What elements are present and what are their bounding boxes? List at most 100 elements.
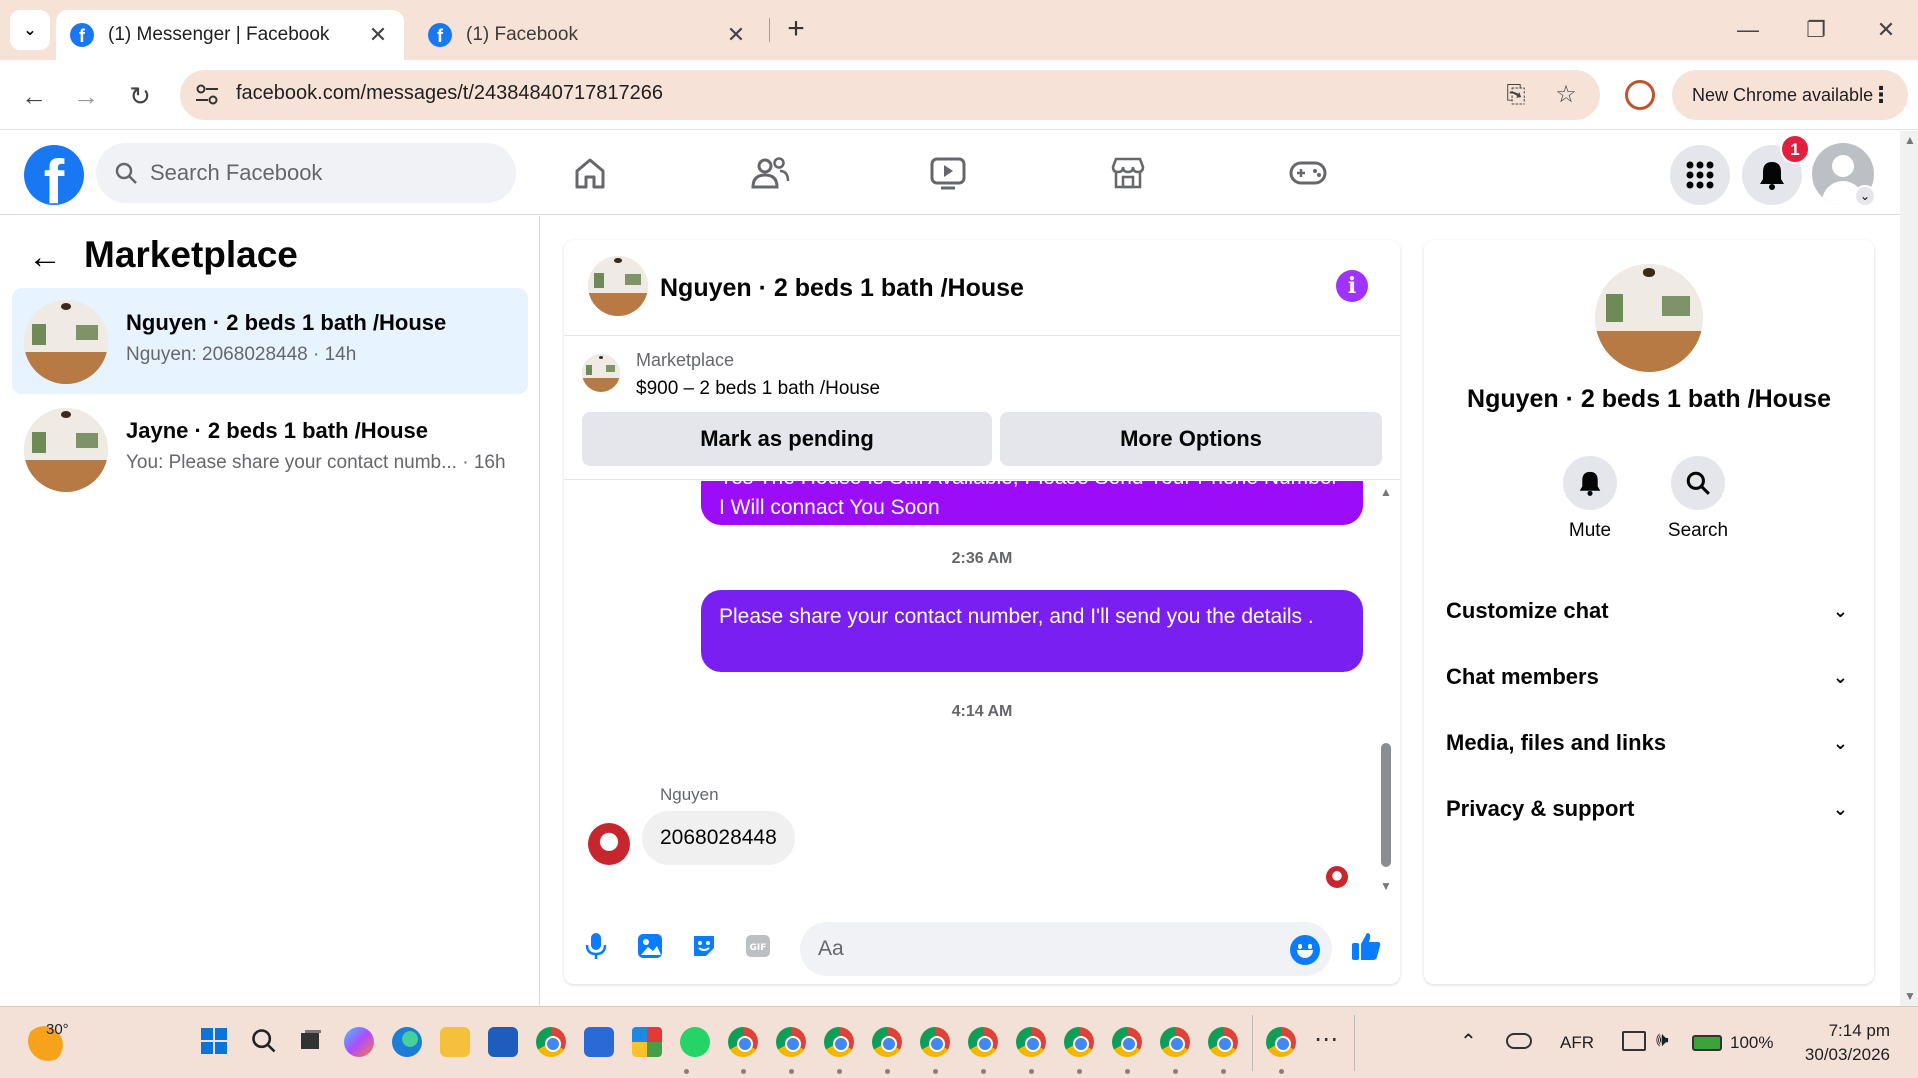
scrollbar-thumb[interactable] xyxy=(1381,743,1391,867)
message-input[interactable] xyxy=(818,922,1258,976)
scroll-up-arrow[interactable]: ▲ xyxy=(1904,133,1916,147)
bookmark-star-icon[interactable]: ☆ xyxy=(1552,82,1580,108)
scroll-up-arrow[interactable]: ▲ xyxy=(1380,485,1392,499)
media-files-links-section[interactable]: Media, files and links ⌄ xyxy=(1446,718,1854,768)
outlook-icon[interactable] xyxy=(584,1027,614,1057)
chevron-down-icon[interactable]: ⌄ xyxy=(1854,185,1876,207)
chrome-window-icon[interactable] xyxy=(1208,1027,1238,1057)
gif-icon[interactable]: GIF xyxy=(740,928,776,964)
search-in-chat-button[interactable]: Search xyxy=(1648,456,1748,542)
outgoing-message[interactable]: Please share your contact number, and I'… xyxy=(701,590,1363,672)
marketplace-nav-icon[interactable] xyxy=(1106,151,1150,195)
tab-messenger[interactable]: f (1) Messenger | Facebook ✕ xyxy=(56,10,404,60)
snipping-tool-icon[interactable] xyxy=(632,1027,662,1057)
chrome-window-icon[interactable] xyxy=(1266,1027,1296,1057)
scroll-down-arrow[interactable]: ▼ xyxy=(1904,989,1916,1003)
chat-title[interactable]: Nguyen · 2 beds 1 bath /House xyxy=(660,274,1024,303)
bell-icon xyxy=(1760,162,1784,190)
restore-button[interactable]: ❐ xyxy=(1786,10,1846,50)
message-input-box[interactable] xyxy=(800,922,1332,976)
chrome-window-icon[interactable] xyxy=(1112,1027,1142,1057)
new-tab-button[interactable]: + xyxy=(778,12,814,48)
emoji-icon[interactable] xyxy=(1290,935,1320,965)
chat-avatar[interactable] xyxy=(588,256,648,316)
back-button[interactable]: ← xyxy=(14,76,54,116)
listing-thumbnail[interactable] xyxy=(582,354,620,392)
back-arrow-icon[interactable]: ← xyxy=(28,238,62,277)
chrome-window-icon[interactable] xyxy=(1064,1027,1094,1057)
conversation-item[interactable]: Jayne · 2 beds 1 bath /House You: Please… xyxy=(12,396,528,502)
language-indicator[interactable]: AFR xyxy=(1560,1033,1594,1053)
volume-icon[interactable]: 🕪 xyxy=(1656,1029,1669,1052)
customize-chat-section[interactable]: Customize chat ⌄ xyxy=(1446,586,1854,636)
close-tab-icon[interactable]: ✕ xyxy=(724,22,748,48)
file-explorer-icon[interactable] xyxy=(440,1027,470,1057)
url-text[interactable]: facebook.com/messages/t/2438484071781726… xyxy=(236,82,663,105)
mute-button[interactable]: Mute xyxy=(1540,456,1640,542)
reload-button[interactable]: ↻ xyxy=(120,76,160,116)
chrome-window-icon[interactable] xyxy=(1016,1027,1046,1057)
sticker-icon[interactable] xyxy=(686,928,722,964)
chrome-profile-icon[interactable] xyxy=(1625,80,1655,110)
install-app-icon[interactable]: ⎘ xyxy=(1502,82,1530,108)
privacy-support-section[interactable]: Privacy & support ⌄ xyxy=(1446,784,1854,834)
clock-date[interactable]: 30/03/2026 xyxy=(1796,1045,1890,1065)
chrome-window-icon[interactable] xyxy=(776,1027,806,1057)
site-settings-icon[interactable] xyxy=(194,83,220,107)
new-chrome-available-button[interactable]: New Chrome available ⋮ xyxy=(1672,70,1908,120)
info-avatar[interactable] xyxy=(1595,264,1703,372)
menu-grid-button[interactable] xyxy=(1670,145,1730,205)
tab-search-button[interactable]: ⌄ xyxy=(10,10,50,50)
microphone-icon[interactable] xyxy=(578,928,614,964)
info-icon[interactable]: i xyxy=(1336,270,1368,302)
microsoft-store-icon[interactable] xyxy=(488,1027,518,1057)
scroll-down-arrow[interactable]: ▼ xyxy=(1380,879,1392,893)
more-apps-icon[interactable]: ⋯ xyxy=(1314,1025,1338,1054)
home-nav-icon[interactable] xyxy=(568,151,612,195)
chrome-window-icon[interactable] xyxy=(824,1027,854,1057)
chat-members-section[interactable]: Chat members ⌄ xyxy=(1446,652,1854,702)
conversation-item[interactable]: Nguyen · 2 beds 1 bath /House Nguyen: 20… xyxy=(12,288,528,394)
tab-facebook[interactable]: f (1) Facebook ✕ xyxy=(414,10,762,60)
forward-button[interactable]: → xyxy=(66,76,106,116)
start-button[interactable] xyxy=(200,1027,230,1057)
more-options-button[interactable]: More Options xyxy=(1000,412,1382,466)
photo-icon[interactable] xyxy=(632,928,668,964)
incoming-message[interactable]: 2068028448 xyxy=(642,811,795,865)
chrome-icon[interactable] xyxy=(536,1027,566,1057)
chrome-window-icon[interactable] xyxy=(872,1027,902,1057)
outgoing-message[interactable]: Yes The House Is Still Available, Please… xyxy=(701,481,1363,525)
sender-avatar[interactable] xyxy=(588,823,630,865)
chrome-window-icon[interactable] xyxy=(968,1027,998,1057)
chrome-window-icon[interactable] xyxy=(728,1027,758,1057)
copilot-icon[interactable] xyxy=(344,1027,374,1057)
minimize-button[interactable]: — xyxy=(1718,10,1778,50)
edge-icon[interactable] xyxy=(392,1027,422,1057)
chrome-window-icon[interactable] xyxy=(1160,1027,1190,1057)
more-menu-icon[interactable]: ⋮ xyxy=(1870,70,1892,120)
facebook-search-input[interactable] xyxy=(150,143,490,203)
chevron-up-icon[interactable]: ⌃ xyxy=(1460,1029,1477,1054)
battery-icon[interactable] xyxy=(1692,1035,1722,1051)
chrome-window-icon[interactable] xyxy=(920,1027,950,1057)
clock-time[interactable]: 7:14 pm xyxy=(1824,1021,1890,1041)
watch-nav-icon[interactable] xyxy=(926,151,970,195)
mark-as-pending-button[interactable]: Mark as pending xyxy=(582,412,992,466)
close-tab-icon[interactable]: ✕ xyxy=(366,22,390,48)
chat-scrollbar[interactable]: ▲ ▼ xyxy=(1378,481,1394,901)
page-scrollbar[interactable]: ▲ ▼ xyxy=(1900,131,1918,1006)
friends-nav-icon[interactable] xyxy=(748,151,792,195)
task-view-icon[interactable] xyxy=(298,1027,328,1057)
address-bar[interactable]: facebook.com/messages/t/2438484071781726… xyxy=(180,70,1600,120)
facebook-logo[interactable]: f xyxy=(24,145,84,205)
thumbs-up-icon[interactable] xyxy=(1348,928,1384,964)
search-icon[interactable] xyxy=(250,1027,280,1057)
facebook-search[interactable] xyxy=(96,143,516,203)
onedrive-cloud-icon[interactable] xyxy=(1506,1033,1532,1049)
network-icon[interactable] xyxy=(1622,1031,1646,1051)
listing-title[interactable]: $900 – 2 beds 1 bath /House xyxy=(636,378,880,400)
close-window-button[interactable]: ✕ xyxy=(1856,10,1916,50)
chevron-down-icon: ⌄ xyxy=(1832,733,1848,753)
gaming-nav-icon[interactable] xyxy=(1286,151,1330,195)
whatsapp-icon[interactable] xyxy=(680,1027,710,1057)
